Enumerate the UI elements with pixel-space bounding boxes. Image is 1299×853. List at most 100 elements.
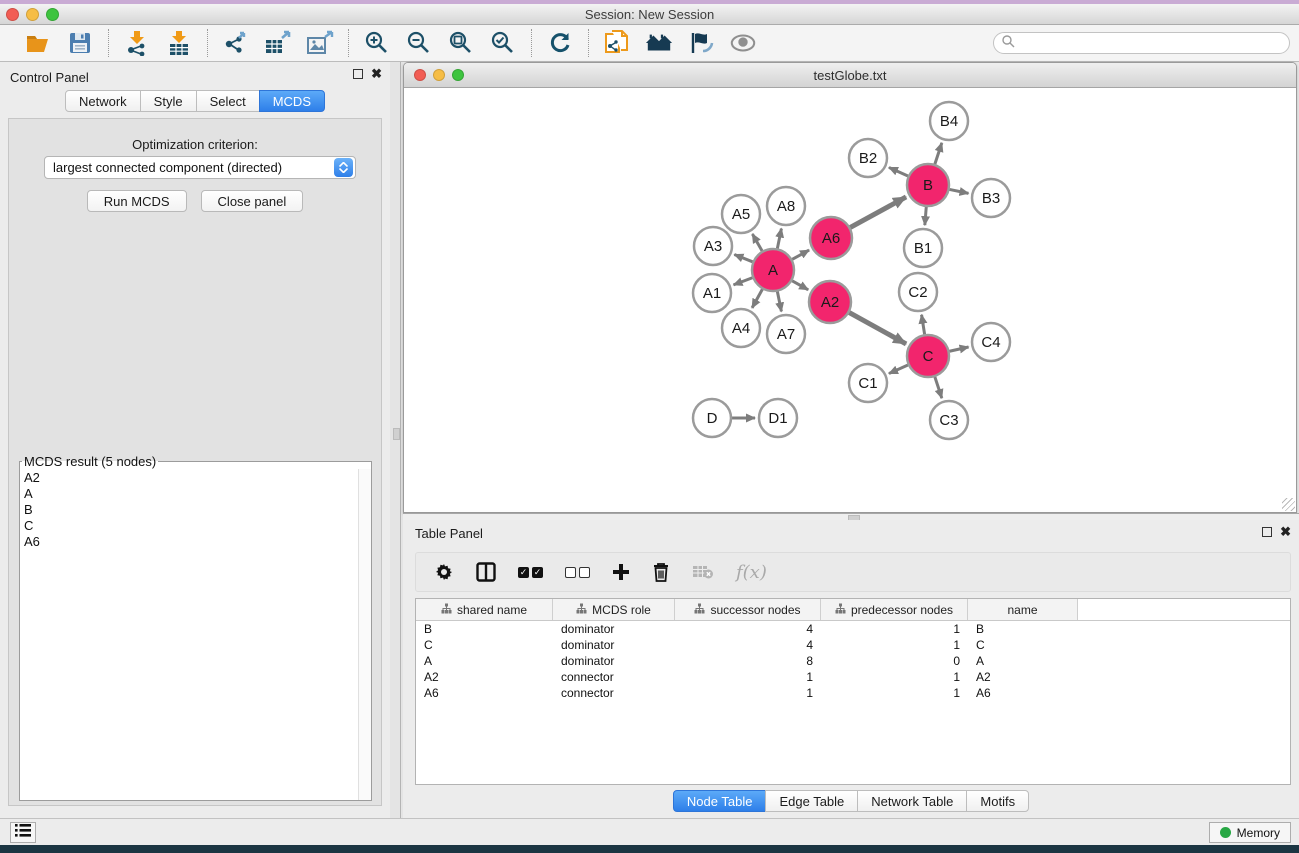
tab-select[interactable]: Select [196, 90, 260, 112]
result-item[interactable]: A2 [20, 470, 371, 486]
float-panel-icon[interactable] [353, 69, 363, 79]
close-panel-icon[interactable]: ✖ [1280, 527, 1291, 537]
result-item[interactable]: C [20, 518, 371, 534]
criterion-dropdown[interactable]: largest connected component (directed) [44, 156, 356, 179]
edge-C-C2[interactable] [922, 315, 925, 335]
tab-mcds[interactable]: MCDS [259, 90, 325, 112]
cell-shared_name[interactable]: B [416, 621, 553, 637]
memory-button[interactable]: Memory [1209, 822, 1291, 843]
table-row[interactable]: Adominator80A [416, 653, 1290, 669]
edge-A-A4[interactable] [752, 289, 762, 308]
cell-successor_nodes[interactable]: 1 [675, 685, 821, 701]
run-mcds-button[interactable]: Run MCDS [87, 190, 187, 212]
save-session-icon[interactable] [66, 29, 94, 57]
cell-predecessor_nodes[interactable]: 1 [821, 685, 968, 701]
refresh-icon[interactable] [546, 29, 574, 57]
tab-network-table[interactable]: Network Table [857, 790, 967, 812]
zoom-out-icon[interactable] [405, 29, 433, 57]
function-icon[interactable]: f(x) [736, 561, 767, 583]
delete-icon[interactable] [652, 561, 670, 583]
column-header-shared-name[interactable]: shared name [416, 599, 553, 620]
export-network-icon[interactable] [222, 29, 250, 57]
export-table-icon[interactable] [264, 29, 292, 57]
home-icon[interactable] [645, 29, 673, 57]
column-icon[interactable] [476, 561, 496, 583]
cell-shared_name[interactable]: C [416, 637, 553, 653]
zoom-fit-icon[interactable] [447, 29, 475, 57]
cell-successor_nodes[interactable]: 8 [675, 653, 821, 669]
cell-successor_nodes[interactable]: 4 [675, 621, 821, 637]
cell-successor_nodes[interactable]: 4 [675, 637, 821, 653]
cell-shared_name[interactable]: A2 [416, 669, 553, 685]
float-panel-icon[interactable] [1262, 527, 1272, 537]
close-panel-icon[interactable]: ✖ [371, 69, 382, 79]
gear-icon[interactable] [434, 561, 454, 583]
table-row[interactable]: A2connector11A2 [416, 669, 1290, 685]
cell-predecessor_nodes[interactable]: 1 [821, 621, 968, 637]
cell-mcds_role[interactable]: dominator [553, 621, 675, 637]
import-network-icon[interactable] [123, 29, 151, 57]
search-field[interactable] [993, 32, 1290, 54]
cell-name[interactable]: A [968, 653, 1078, 669]
cell-predecessor_nodes[interactable]: 1 [821, 637, 968, 653]
cell-mcds_role[interactable]: connector [553, 669, 675, 685]
vertical-splitter[interactable] [390, 62, 403, 818]
edge-A-A5[interactable] [752, 234, 762, 251]
tab-motifs[interactable]: Motifs [966, 790, 1029, 812]
edge-B-B2[interactable] [889, 167, 908, 176]
network-canvas[interactable]: B4B2BB3A8A5A6A3B1AC2A1A2A4A7C4CC1C3DD1 [404, 89, 1296, 512]
edge-C-C1[interactable] [889, 365, 908, 374]
add-icon[interactable] [612, 561, 630, 583]
horizontal-splitter[interactable] [403, 513, 1299, 520]
edge-B-B3[interactable] [950, 189, 969, 193]
column-header-name[interactable]: name [968, 599, 1078, 620]
zoom-selected-icon[interactable] [489, 29, 517, 57]
mcds-result-list[interactable]: A2ABCA6 [20, 469, 371, 800]
edge-C-C4[interactable] [949, 347, 968, 351]
column-header-successor-nodes[interactable]: successor nodes [675, 599, 821, 620]
cell-name[interactable]: C [968, 637, 1078, 653]
edge-A-A8[interactable] [777, 229, 781, 249]
resize-grip[interactable] [1282, 498, 1295, 511]
network-graph[interactable]: B4B2BB3A8A5A6A3B1AC2A1A2A4A7C4CC1C3DD1 [404, 89, 1296, 512]
cell-predecessor_nodes[interactable]: 1 [821, 669, 968, 685]
clone-network-icon[interactable] [603, 29, 631, 57]
cell-mcds_role[interactable]: connector [553, 685, 675, 701]
edge-A-A2[interactable] [792, 281, 808, 290]
table-row[interactable]: Bdominator41B [416, 621, 1290, 637]
edge-A-A7[interactable] [777, 292, 781, 312]
tab-network[interactable]: Network [65, 90, 141, 112]
result-item[interactable]: B [20, 502, 371, 518]
cell-successor_nodes[interactable]: 1 [675, 669, 821, 685]
edge-A-A1[interactable] [734, 278, 753, 285]
column-header-predecessor-nodes[interactable]: predecessor nodes [821, 599, 968, 620]
tab-edge-table[interactable]: Edge Table [765, 790, 858, 812]
cell-predecessor_nodes[interactable]: 0 [821, 653, 968, 669]
result-item[interactable]: A6 [20, 534, 371, 550]
zoom-in-icon[interactable] [363, 29, 391, 57]
cell-shared_name[interactable]: A6 [416, 685, 553, 701]
task-history-button[interactable] [10, 822, 36, 843]
column-header-MCDS-role[interactable]: MCDS role [553, 599, 675, 620]
edge-A-A6[interactable] [792, 250, 809, 259]
cell-mcds_role[interactable]: dominator [553, 637, 675, 653]
cell-name[interactable]: B [968, 621, 1078, 637]
split-handle[interactable] [393, 428, 400, 440]
select-all-icon[interactable]: ✓✓ [518, 561, 543, 583]
edge-B-B1[interactable] [925, 207, 926, 225]
edge-A-A3[interactable] [734, 255, 752, 262]
result-scrollbar[interactable] [358, 469, 371, 800]
deselect-all-icon[interactable] [565, 561, 590, 583]
cell-mcds_role[interactable]: dominator [553, 653, 675, 669]
cell-name[interactable]: A2 [968, 669, 1078, 685]
export-image-icon[interactable] [306, 29, 334, 57]
cell-name[interactable]: A6 [968, 685, 1078, 701]
edge-B-B4[interactable] [935, 143, 942, 164]
import-table-icon[interactable] [165, 29, 193, 57]
edge-A2-C[interactable] [849, 313, 906, 344]
table-row[interactable]: A6connector11A6 [416, 685, 1290, 701]
close-panel-button[interactable]: Close panel [201, 190, 304, 212]
eye-icon[interactable] [729, 29, 757, 57]
edge-A6-B[interactable] [850, 197, 906, 227]
open-session-icon[interactable] [24, 29, 52, 57]
